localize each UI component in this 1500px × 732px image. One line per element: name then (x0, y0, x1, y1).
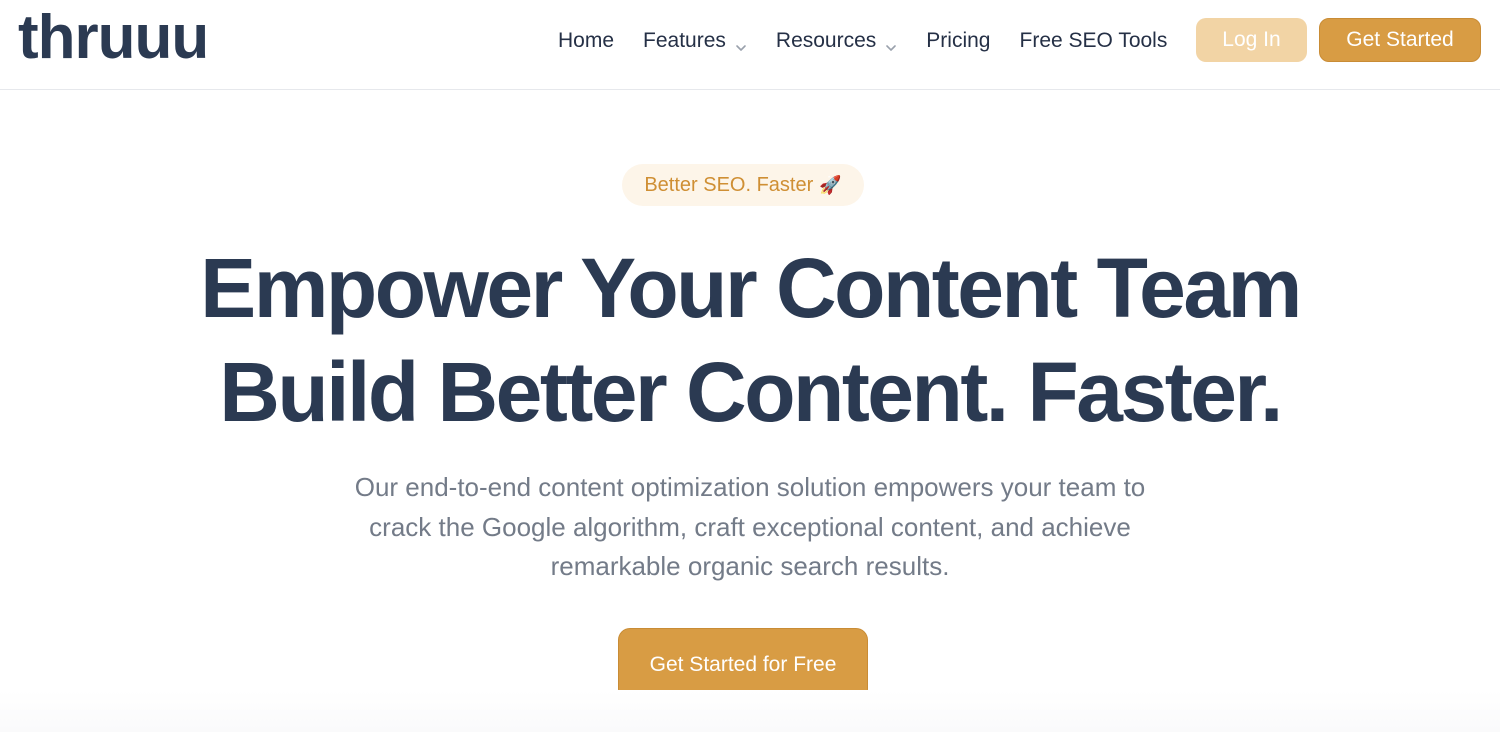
login-button[interactable]: Log In (1196, 18, 1307, 62)
hero-subtext: Our end-to-end content optimization solu… (300, 468, 1200, 587)
subtext-line-2: crack the Google algorithm, craft except… (369, 511, 1131, 542)
nav-item-features[interactable]: Features (643, 29, 747, 53)
nav-item-label: Resources (775, 29, 877, 52)
nav-item-label: Pricing (926, 29, 991, 52)
nav-item-label: Free SEO Tools (1019, 29, 1168, 52)
rocket-icon: 🚀 (819, 174, 842, 195)
chevron-down-icon (735, 36, 747, 51)
subtext-line-1: Our end-to-end content optimization solu… (354, 472, 1146, 502)
tagline-badge: Better SEO. Faster 🚀 (622, 164, 864, 206)
hero-headline: Empower Your Content Team Build Better C… (0, 236, 1500, 444)
brand-logo[interactable]: thruuu (18, 2, 209, 74)
nav-item-pricing[interactable]: Pricing (926, 29, 990, 53)
get-started-button[interactable]: Get Started (1319, 18, 1481, 62)
nav-item-label: Home (558, 29, 615, 52)
headline-line-1: Empower Your Content Team (200, 241, 1302, 335)
main-nav: Home Features Resources Pricing Free SEO… (558, 24, 1196, 58)
chevron-down-icon (885, 36, 897, 51)
badge-text: Better SEO. Faster (644, 173, 814, 196)
nav-item-label: Features (643, 29, 726, 52)
headline-line-2: Build Better Content. Faster. (219, 345, 1283, 439)
top-navbar: thruuu Home Features Resources Pricing F… (0, 0, 1500, 90)
section-divider (0, 690, 1500, 732)
nav-item-free-seo-tools[interactable]: Free SEO Tools (1020, 29, 1168, 53)
nav-item-resources[interactable]: Resources (776, 29, 897, 53)
nav-item-home[interactable]: Home (558, 29, 614, 53)
subtext-line-3: remarkable organic search results. (550, 551, 950, 581)
